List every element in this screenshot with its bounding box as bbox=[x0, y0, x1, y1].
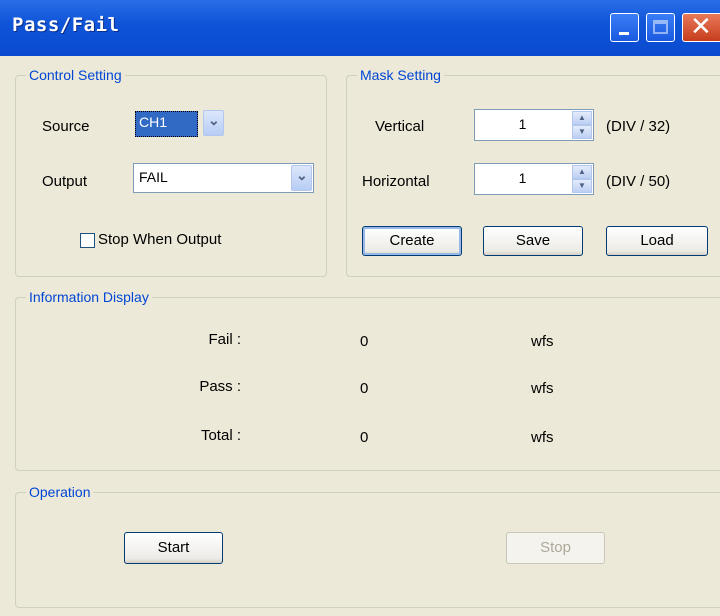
title-bar[interactable]: Pass/Fail ✕ bbox=[0, 0, 720, 56]
total-unit: wfs bbox=[531, 429, 554, 446]
stop-button: Stop bbox=[506, 532, 605, 564]
information-display-legend: Information Display bbox=[26, 288, 152, 306]
operation-legend: Operation bbox=[26, 483, 94, 501]
horizontal-unit: (DIV / 50) bbox=[606, 173, 671, 190]
output-value: FAIL bbox=[139, 169, 168, 185]
information-display-group: Information Display Fail : 0 wfs Pass : … bbox=[15, 288, 720, 471]
minimize-button[interactable] bbox=[610, 13, 639, 42]
maximize-icon bbox=[653, 20, 668, 34]
chevron-down-icon: ⌄ bbox=[208, 112, 220, 128]
mask-setting-legend: Mask Setting bbox=[357, 66, 444, 84]
fail-value: 0 bbox=[360, 333, 369, 350]
load-button[interactable]: Load bbox=[606, 226, 708, 256]
window-title: Pass/Fail bbox=[12, 14, 120, 36]
minimize-icon bbox=[619, 32, 629, 35]
spin-down-icon[interactable]: ▼ bbox=[572, 179, 592, 193]
control-setting-group: Control Setting Source CH1 ⌄ Output FAIL… bbox=[15, 66, 327, 277]
horizontal-label: Horizontal bbox=[362, 173, 430, 190]
stop-when-output-label[interactable]: Stop When Output bbox=[98, 231, 221, 248]
total-value: 0 bbox=[360, 429, 369, 446]
output-dropdown-button[interactable]: ⌄ bbox=[291, 165, 312, 191]
vertical-unit: (DIV / 32) bbox=[606, 118, 671, 135]
spin-up-icon[interactable]: ▲ bbox=[572, 165, 592, 179]
vertical-spinbox[interactable]: 1 ▲ ▼ bbox=[474, 109, 594, 141]
spin-up-icon[interactable]: ▲ bbox=[572, 111, 592, 125]
source-select[interactable]: CH1 ⌄ bbox=[133, 109, 224, 139]
chevron-down-icon: ⌄ bbox=[296, 167, 308, 183]
output-label: Output bbox=[42, 173, 88, 190]
pass-value: 0 bbox=[360, 380, 369, 397]
source-value: CH1 bbox=[139, 114, 168, 130]
stop-when-output-checkbox[interactable] bbox=[80, 233, 95, 248]
fail-label: Fail : bbox=[208, 331, 241, 348]
horizontal-spinbox[interactable]: 1 ▲ ▼ bbox=[474, 163, 594, 195]
control-setting-legend: Control Setting bbox=[26, 66, 125, 84]
close-button[interactable]: ✕ bbox=[682, 12, 720, 42]
mask-setting-group: Mask Setting Vertical 1 ▲ ▼ (DIV / 32) H… bbox=[346, 66, 720, 277]
fail-unit: wfs bbox=[531, 333, 554, 350]
close-icon: ✕ bbox=[690, 12, 712, 42]
vertical-value: 1 bbox=[518, 116, 527, 132]
source-dropdown-button[interactable]: ⌄ bbox=[203, 110, 224, 136]
create-button[interactable]: Create bbox=[362, 226, 462, 256]
maximize-button bbox=[646, 13, 675, 42]
operation-group: Operation Start Stop bbox=[15, 483, 720, 608]
spin-down-icon[interactable]: ▼ bbox=[572, 125, 592, 139]
total-label: Total : bbox=[200, 427, 241, 444]
vertical-label: Vertical bbox=[375, 118, 425, 135]
pass-unit: wfs bbox=[531, 380, 554, 397]
output-select[interactable]: FAIL ⌄ bbox=[133, 163, 314, 193]
source-label: Source bbox=[42, 118, 90, 135]
start-button[interactable]: Start bbox=[124, 532, 223, 564]
save-button[interactable]: Save bbox=[483, 226, 583, 256]
horizontal-value: 1 bbox=[518, 170, 527, 186]
pass-label: Pass : bbox=[199, 378, 241, 395]
